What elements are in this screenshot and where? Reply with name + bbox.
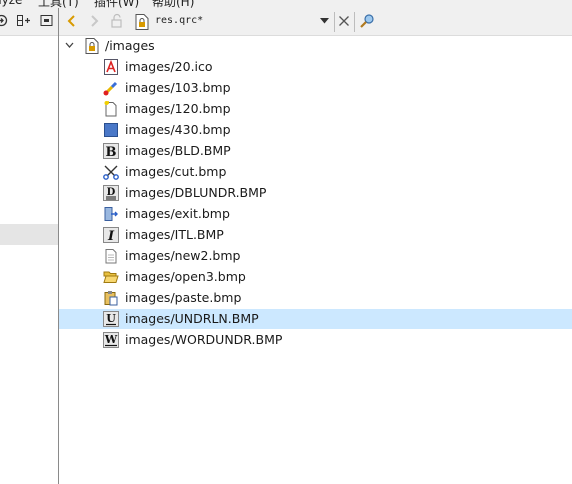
tree-item-label: images/103.bmp: [125, 80, 231, 95]
new-file-icon: [103, 101, 119, 117]
open-file-name: res.qrc*: [155, 15, 204, 26]
tree-item-label: images/120.bmp: [125, 101, 231, 116]
tree-item[interactable]: W images/WORDUNDR.BMP: [59, 330, 572, 350]
menu-item-help[interactable]: 帮助(H): [152, 0, 194, 8]
toolbar-divider: [334, 12, 335, 32]
tree-item-label: images/WORDUNDR.BMP: [125, 332, 283, 347]
tree-item-label: images/UNDRLN.BMP: [125, 311, 259, 326]
tree-item-label: images/430.bmp: [125, 122, 231, 137]
paste-icon: [103, 290, 119, 306]
tree-item[interactable]: images/20.ico: [59, 57, 572, 77]
prefix-lock-icon: [85, 38, 99, 54]
ico-file-icon: [103, 59, 119, 75]
tree-item-label: images/new2.bmp: [125, 248, 241, 263]
svg-text:W: W: [104, 333, 118, 346]
qrc-file-icon: [135, 14, 149, 30]
tree-item-label: images/paste.bmp: [125, 290, 242, 305]
tree-item-label: images/cut.bmp: [125, 164, 227, 179]
resource-editor: res.qrc* /images images/20.ico images/10…: [59, 8, 572, 484]
tree-item[interactable]: images/103.bmp: [59, 78, 572, 98]
tree-item-label: images/20.ico: [125, 59, 213, 74]
tree-item-label: images/open3.bmp: [125, 269, 246, 284]
locate-search-icon[interactable]: [359, 13, 375, 29]
tree-item[interactable]: images/paste.bmp: [59, 288, 572, 308]
forward-icon[interactable]: [86, 13, 102, 29]
tree-item[interactable]: images/exit.bmp: [59, 204, 572, 224]
svg-text:I: I: [107, 229, 115, 243]
tree-item-label: images/ITL.BMP: [125, 227, 224, 242]
tree-item[interactable]: B images/BLD.BMP: [59, 141, 572, 161]
bold-icon: B: [103, 143, 119, 159]
menu-item-plugins[interactable]: 插件(W): [94, 0, 139, 8]
tree-item-selected[interactable]: U images/UNDRLN.BMP: [59, 309, 572, 329]
tree-item-label: images/exit.bmp: [125, 206, 230, 221]
italic-icon: I: [103, 227, 119, 243]
tree-item[interactable]: images/new2.bmp: [59, 246, 572, 266]
tree-item[interactable]: images/open3.bmp: [59, 267, 572, 287]
tree-item-label: images/DBLUNDR.BMP: [125, 185, 267, 200]
left-toolbar: [0, 8, 58, 36]
left-panel-selected-row[interactable]: [0, 224, 58, 245]
exit-icon: [103, 206, 119, 222]
blue-square-icon: [103, 122, 119, 138]
chevron-down-icon[interactable]: [320, 18, 329, 24]
tree-root-label: /images: [105, 38, 155, 53]
menu-item-view[interactable]: nyze: [0, 0, 22, 7]
tree-item[interactable]: images/120.bmp: [59, 99, 572, 119]
tree-item-label: images/BLD.BMP: [125, 143, 231, 158]
toolbar-divider: [354, 12, 355, 32]
editor-toolbar: res.qrc*: [59, 8, 572, 36]
menubar: nyze 工具(T) 插件(W) 帮助(H): [0, 0, 572, 8]
underline-icon: U: [103, 311, 119, 327]
tree-item[interactable]: I images/ITL.BMP: [59, 225, 572, 245]
open-file-combo[interactable]: res.qrc*: [133, 12, 331, 32]
tree-root-row[interactable]: /images: [59, 36, 572, 56]
menu-item-tools[interactable]: 工具(T): [38, 0, 79, 8]
svg-text:D: D: [107, 187, 116, 198]
split-add-icon[interactable]: [16, 13, 31, 28]
tree-item[interactable]: D images/DBLUNDR.BMP: [59, 183, 572, 203]
close-panel-icon[interactable]: [39, 13, 54, 28]
folder-open-icon: [103, 269, 119, 285]
chevron-down-icon[interactable]: [65, 42, 74, 49]
document-icon: [103, 248, 119, 264]
close-icon[interactable]: [336, 13, 352, 29]
word-underline-icon: W: [103, 332, 119, 348]
left-panel: [0, 8, 59, 484]
sync-icon[interactable]: [0, 13, 9, 28]
back-icon[interactable]: [64, 13, 80, 29]
double-underline-icon: D: [103, 185, 119, 201]
scissors-icon: [103, 164, 119, 180]
tree-item[interactable]: images/cut.bmp: [59, 162, 572, 182]
tree-item[interactable]: images/430.bmp: [59, 120, 572, 140]
paint-icon: [103, 80, 119, 96]
svg-text:B: B: [106, 145, 117, 159]
lock-icon[interactable]: [109, 13, 125, 29]
svg-text:U: U: [106, 312, 116, 325]
